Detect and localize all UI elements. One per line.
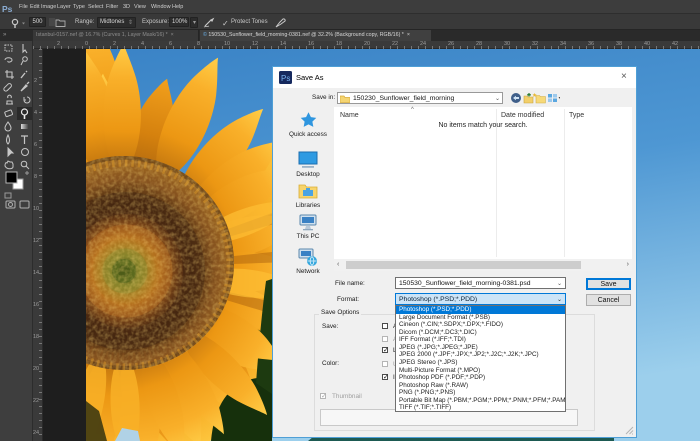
- svg-text:Ps: Ps: [281, 74, 290, 83]
